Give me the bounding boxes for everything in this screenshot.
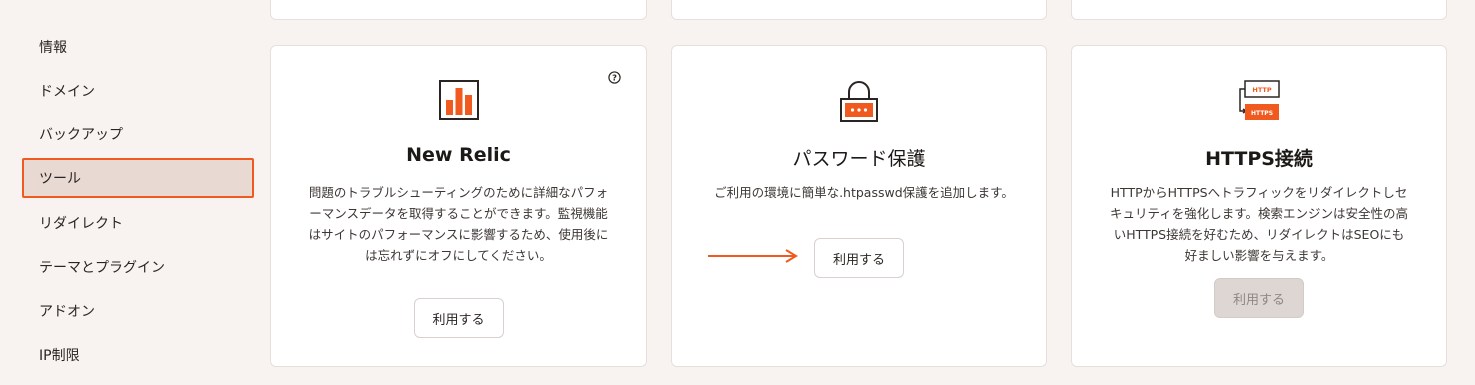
https-redirect-icon: HTTP HTTPS — [1072, 80, 1446, 124]
card-description: HTTPからHTTPSへトラフィックをリダイレクトしセキュリティを強化します。検… — [1109, 185, 1408, 263]
use-https-button: 利用する — [1214, 278, 1304, 318]
sidebar-item-themes-plugins[interactable]: テーマとプラグイン — [22, 247, 254, 287]
bar-chart-icon — [271, 80, 646, 124]
sidebar-item-domains[interactable]: ドメイン — [22, 71, 254, 111]
sidebar-item-backups[interactable]: バックアップ — [22, 114, 254, 154]
card-new-relic: ? New Relic 問題のトラブルシューティングのために詳細なパフォーマンス… — [270, 45, 647, 367]
use-password-protection-button[interactable]: 利用する — [814, 238, 904, 278]
card-description: ご利用の環境に簡単な.htpasswd保護を追加します。 — [714, 185, 1014, 200]
sidebar-item-tools[interactable]: ツール — [22, 158, 254, 198]
card-partial — [671, 0, 1047, 20]
lock-icon — [672, 80, 1046, 124]
sidebar: 情報 ドメイン バックアップ ツール リダイレクト テーマとプラグイン アドオン… — [0, 0, 262, 385]
use-new-relic-button[interactable]: 利用する — [413, 298, 504, 338]
sidebar-item-addons[interactable]: アドオン — [22, 291, 254, 331]
http-label: HTTP — [1252, 86, 1271, 94]
pointer-arrow — [708, 249, 798, 263]
sidebar-item-redirects[interactable]: リダイレクト — [22, 203, 254, 243]
card-password-protection: パスワード保護 ご利用の環境に簡単な.htpasswd保護を追加します。 利用す… — [671, 45, 1047, 367]
card-title: HTTPS接続 — [1205, 148, 1313, 170]
card-partial — [1071, 0, 1447, 20]
https-label: HTTPS — [1251, 110, 1273, 117]
sidebar-item-ip-deny[interactable]: IP制限 — [22, 335, 254, 375]
card-https: HTTP HTTPS HTTPS接続 HTTPからHTTPSへトラフィックをリダ… — [1071, 45, 1447, 367]
card-title: New Relic — [406, 144, 511, 166]
card-description: 問題のトラブルシューティングのために詳細なパフォーマンスデータを取得することがで… — [308, 185, 609, 263]
sidebar-item-info[interactable]: 情報 — [22, 27, 254, 67]
card-title: パスワード保護 — [792, 148, 926, 170]
card-partial — [270, 0, 647, 20]
